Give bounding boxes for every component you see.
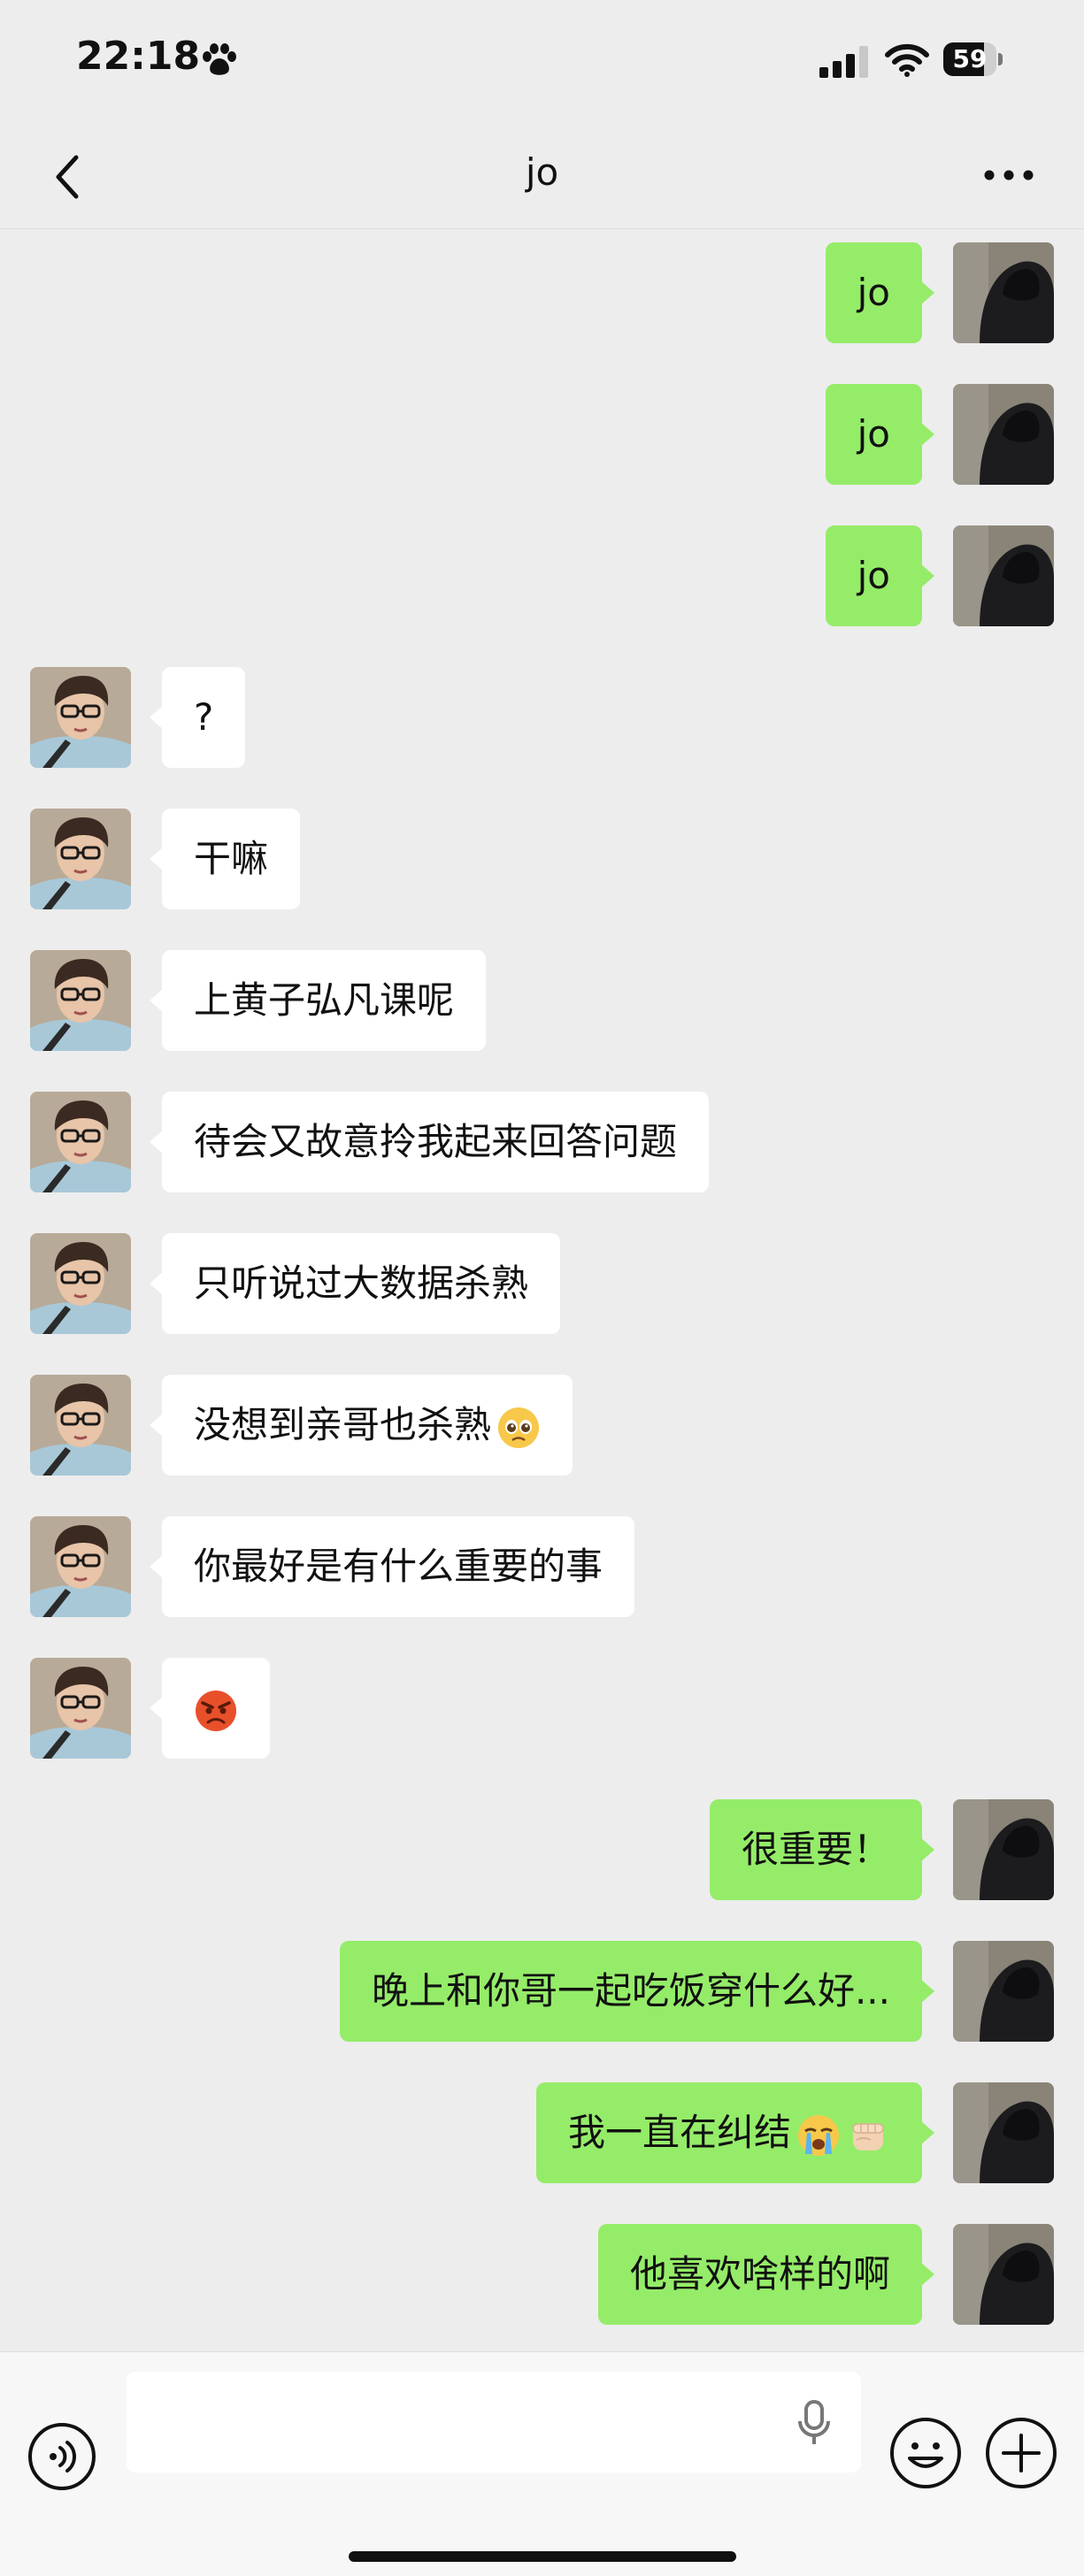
battery-percent: 59 [952,44,988,73]
message-text: 你最好是有什么重要的事 [194,1545,604,1588]
message-text: 晚上和你哥一起吃饭穿什么好... [371,1969,890,2012]
paw-icon [200,42,239,78]
incoming-bubble[interactable]: 没想到亲哥也杀熟 [149,1375,573,1476]
contact-avatar[interactable] [30,1516,131,1617]
message-row: jo [0,242,1084,345]
message-text: 上黄子弘凡课呢 [194,978,455,1022]
incoming-bubble[interactable]: ? [149,667,246,768]
signal-icon [819,46,869,78]
message-row: ? [0,667,1084,770]
message-row: 上黄子弘凡课呢 [0,950,1084,1053]
message-text: 他喜欢啥样的啊 [629,2252,890,2296]
chat-title: jo [525,150,559,194]
contact-avatar[interactable] [30,1658,131,1759]
contact-avatar[interactable] [30,1375,131,1476]
pleading-face-emoji-icon [496,1406,541,1450]
my-avatar[interactable] [953,2082,1054,2183]
my-avatar[interactable] [953,1799,1054,1900]
emoji-button[interactable] [888,2416,963,2490]
my-avatar[interactable] [953,1941,1054,2042]
chat-header: jo [0,124,1084,229]
message-row: 晚上和你哥一起吃饭穿什么好... [0,1941,1084,2043]
my-avatar[interactable] [953,242,1054,343]
status-time: 22:18 [76,34,201,79]
outgoing-bubble[interactable]: jo [825,525,935,626]
my-avatar[interactable] [953,525,1054,626]
outgoing-bubble[interactable]: 很重要！ [709,1799,935,1900]
message-row: 没想到亲哥也杀熟 [0,1375,1084,1477]
my-avatar[interactable] [953,384,1054,485]
outgoing-bubble[interactable]: 他喜欢啥样的啊 [597,2224,935,2325]
message-row: 只听说过大数据杀熟 [0,1233,1084,1336]
voice-mode-button[interactable] [27,2421,97,2492]
message-text: 只听说过大数据杀熟 [194,1261,529,1305]
message-row: jo [0,384,1084,487]
outgoing-bubble[interactable]: 晚上和你哥一起吃饭穿什么好... [339,1941,935,2042]
message-row: 待会又故意拎我起来回答问题 [0,1092,1084,1194]
microphone-icon[interactable] [795,2398,834,2448]
message-text: 干嘛 [194,837,269,880]
contact-avatar[interactable] [30,1092,131,1192]
message-list: jo jo jo ? 干嘛 上黄子弘凡课呢 待会又故意拎我起来回答问题 只听说过… [0,228,1084,2351]
contact-avatar[interactable] [30,950,131,1051]
contact-avatar[interactable] [30,667,131,768]
message-row: 我一直在纠结 [0,2082,1084,2185]
message-row: 很重要！ [0,1799,1084,1902]
incoming-bubble[interactable]: 干嘛 [149,809,301,909]
more-options-icon[interactable] [982,168,1035,182]
wifi-icon [885,42,929,78]
battery-indicator: 59 [943,42,1003,78]
incoming-bubble[interactable]: 只听说过大数据杀熟 [149,1233,561,1334]
outgoing-bubble[interactable]: jo [825,242,935,343]
more-actions-plus-button[interactable] [984,2416,1058,2490]
message-row: 你最好是有什么重要的事 [0,1516,1084,1619]
outgoing-bubble[interactable]: 我一直在纠结 [535,2082,935,2183]
message-text: jo [857,412,890,456]
outgoing-bubble[interactable]: jo [825,384,935,485]
contact-avatar[interactable] [30,809,131,909]
my-avatar[interactable] [953,2224,1054,2325]
message-row: 他喜欢啥样的啊 [0,2224,1084,2327]
incoming-bubble[interactable]: 上黄子弘凡课呢 [149,950,487,1051]
incoming-bubble[interactable] [150,1658,270,1759]
incoming-bubble[interactable]: 待会又故意拎我起来回答问题 [149,1092,710,1192]
message-text: 很重要！ [741,1828,890,1871]
crying-face-emoji-icon [796,2113,841,2158]
message-text: ? [194,695,214,739]
home-indicator [349,2551,736,2562]
message-text: jo [857,271,890,314]
incoming-bubble[interactable]: 你最好是有什么重要的事 [149,1516,635,1617]
message-text: 没想到亲哥也杀熟 [194,1403,492,1446]
message-row [0,1658,1084,1760]
message-input-bar [0,2351,1084,2576]
fist-bump-emoji-icon [846,2113,890,2158]
contact-avatar[interactable] [30,1233,131,1334]
angry-face-emoji-icon [194,1689,238,1733]
message-row: jo [0,525,1084,628]
message-text: jo [857,554,890,597]
message-row: 干嘛 [0,809,1084,911]
message-text: 待会又故意拎我起来回答问题 [194,1120,678,1163]
status-bar: 22:18 59 [0,0,1084,124]
message-input[interactable] [127,2372,861,2472]
message-text: 我一直在纠结 [567,2111,791,2154]
